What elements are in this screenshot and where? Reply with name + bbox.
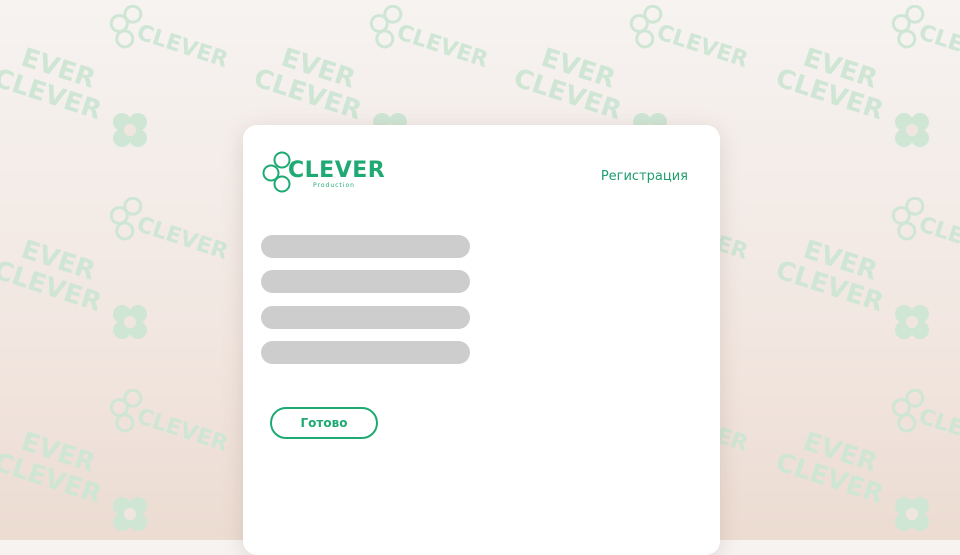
- watermark-clever-icon: CLEVER: [891, 5, 960, 73]
- svg-text:CLEVER: CLEVER: [916, 20, 960, 73]
- watermark-clever-icon: CLEVER: [891, 197, 960, 265]
- clever-logo: CLEVER Production: [261, 149, 391, 195]
- watermark-ever-clever-text: EVERCLEVER: [777, 45, 887, 126]
- register-link[interactable]: Регистрация: [601, 169, 688, 184]
- login-card: CLEVER Production Регистрация Готово: [243, 125, 720, 555]
- form-field-4[interactable]: [261, 341, 470, 364]
- logo-subtitle: Production: [313, 182, 355, 189]
- watermark-clover-icon: [895, 497, 929, 531]
- watermark-clever-icon: CLEVER: [109, 389, 231, 457]
- svg-text:CLEVER: CLEVER: [0, 447, 105, 510]
- watermark-clever-icon: CLEVER: [109, 5, 231, 73]
- svg-text:CLEVER: CLEVER: [0, 63, 105, 126]
- svg-text:EVER: EVER: [800, 429, 881, 479]
- watermark-clover-icon: [895, 113, 929, 147]
- svg-text:CLEVER: CLEVER: [916, 212, 960, 265]
- watermark-ever-clever-text: EVERCLEVER: [515, 45, 625, 126]
- watermark-clever-icon: CLEVER: [369, 5, 491, 73]
- svg-text:CLEVER: CLEVER: [0, 255, 105, 318]
- watermark-clover-icon: [113, 305, 147, 339]
- form-field-3[interactable]: [261, 306, 470, 329]
- svg-text:EVER: EVER: [800, 45, 881, 95]
- svg-text:EVER: EVER: [538, 45, 619, 95]
- watermark-ever-clever-text: EVERCLEVER: [255, 45, 365, 126]
- watermark-clever-icon: CLEVER: [109, 197, 231, 265]
- svg-text:EVER: EVER: [18, 45, 99, 95]
- watermark-clover-icon: [113, 497, 147, 531]
- svg-text:CLEVER: CLEVER: [916, 404, 960, 457]
- watermark-clover-icon: [113, 113, 147, 147]
- watermark-clover-icon: [895, 305, 929, 339]
- svg-text:CLEVER: CLEVER: [777, 63, 887, 126]
- watermark-ever-clever-text: EVERCLEVER: [0, 429, 105, 510]
- watermark-ever-clever-text: EVERCLEVER: [777, 237, 887, 318]
- watermark-ever-clever-text: EVERCLEVER: [0, 45, 105, 126]
- svg-text:CLEVER: CLEVER: [394, 20, 491, 73]
- svg-text:CLEVER: CLEVER: [134, 212, 231, 265]
- svg-text:EVER: EVER: [18, 429, 99, 479]
- watermark-clever-icon: CLEVER: [629, 5, 751, 73]
- svg-text:EVER: EVER: [278, 45, 359, 95]
- svg-text:CLEVER: CLEVER: [777, 255, 887, 318]
- svg-text:EVER: EVER: [18, 237, 99, 287]
- watermark-ever-clever-text: EVERCLEVER: [777, 429, 887, 510]
- svg-text:CLEVER: CLEVER: [255, 63, 365, 126]
- svg-text:EVER: EVER: [800, 237, 881, 287]
- svg-text:CLEVER: CLEVER: [515, 63, 625, 126]
- form-field-1[interactable]: [261, 235, 470, 258]
- svg-text:CLEVER: CLEVER: [777, 447, 887, 510]
- svg-text:CLEVER: CLEVER: [654, 20, 751, 73]
- logo-wordmark: CLEVER: [288, 158, 386, 183]
- watermark-clever-icon: CLEVER: [891, 389, 960, 457]
- form-field-2[interactable]: [261, 270, 470, 293]
- svg-text:CLEVER: CLEVER: [134, 20, 231, 73]
- submit-button[interactable]: Готово: [270, 407, 378, 439]
- svg-text:CLEVER: CLEVER: [134, 404, 231, 457]
- watermark-ever-clever-text: EVERCLEVER: [0, 237, 105, 318]
